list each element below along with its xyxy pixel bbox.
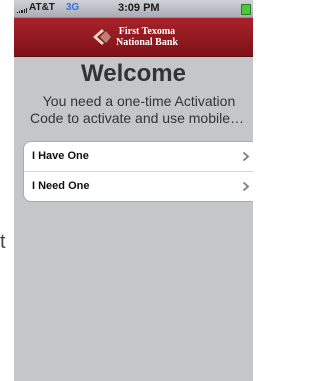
network-type: 3G bbox=[66, 2, 80, 13]
bank-logo-icon bbox=[93, 29, 111, 45]
option-i-need-one[interactable]: I Need One bbox=[24, 172, 253, 201]
bank-name: First Texoma National Bank bbox=[116, 26, 178, 48]
phone-screen: AT&T 3G 3:09 PM First Texoma National Ba… bbox=[14, 0, 253, 381]
activation-description: You need a one-time Activation Code to a… bbox=[14, 93, 253, 127]
background-text-fragment: t bbox=[0, 231, 6, 253]
bank-header: First Texoma National Bank bbox=[14, 18, 253, 57]
activation-options-list: I Have One I Need One bbox=[23, 141, 253, 202]
status-time: 3:09 PM bbox=[118, 2, 160, 14]
description-line1: You need a one-time Activation bbox=[42, 93, 236, 109]
option-label: I Have One bbox=[32, 150, 89, 162]
bank-name-line1: First Texoma bbox=[118, 26, 176, 37]
carrier-name: AT&T bbox=[29, 2, 55, 13]
bank-name-line2: National Bank bbox=[116, 37, 178, 48]
page-title: Welcome bbox=[81, 60, 186, 87]
battery-icon bbox=[241, 4, 251, 15]
chevron-right-icon bbox=[242, 181, 250, 192]
chevron-right-icon bbox=[242, 151, 250, 162]
option-label: I Need One bbox=[32, 180, 90, 192]
description-line2: Code to activate and use mobile… bbox=[29, 110, 244, 126]
signal-bars-icon bbox=[17, 8, 28, 13]
status-bar: AT&T 3G 3:09 PM bbox=[14, 0, 253, 18]
option-i-have-one[interactable]: I Have One bbox=[24, 142, 253, 172]
